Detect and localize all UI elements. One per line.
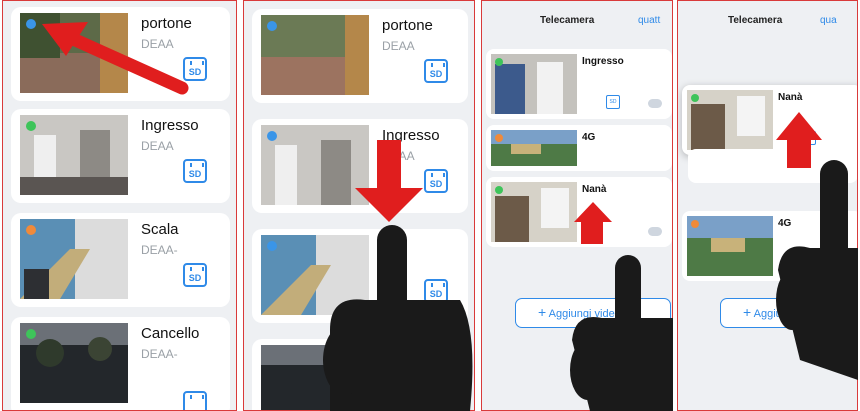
plus-icon: +: [538, 304, 547, 320]
add-camera-label: Aggiungi videoc: [548, 308, 627, 320]
camera-card-cancello[interactable]: Cancello DEAA-: [11, 317, 230, 410]
page-title: Telecamera: [540, 15, 595, 26]
status-dot: [267, 21, 277, 31]
options-toggle[interactable]: [648, 227, 662, 236]
camera-card-portone[interactable]: portone DEAA SD: [252, 9, 468, 103]
status-dot: [26, 121, 36, 131]
camera-card-4g[interactable]: 4G: [486, 125, 672, 171]
camera-name: Ingresso: [582, 56, 624, 67]
camera-thumbnail[interactable]: [20, 115, 128, 195]
camera-card-nana[interactable]: Nanà SD: [682, 85, 857, 155]
plus-icon: +: [743, 304, 752, 320]
sd-card-icon[interactable]: SD: [424, 169, 448, 193]
camera-thumbnail[interactable]: [491, 182, 577, 242]
screenshot-panel-2: portone DEAA SD Ingresso DEAA SD la SD C…: [243, 0, 475, 411]
status-dot: [267, 241, 277, 251]
camera-name: Cancello: [141, 325, 200, 342]
status-dot: [495, 186, 503, 194]
camera-subtitle: DEAA-: [141, 347, 178, 361]
camera-thumbnail[interactable]: [261, 125, 369, 205]
header-link[interactable]: qua: [820, 15, 837, 26]
camera-card-portone[interactable]: portone DEAA SD: [11, 7, 230, 101]
status-dot: [26, 329, 36, 339]
camera-thumbnail[interactable]: [20, 219, 128, 299]
camera-thumbnail[interactable]: [491, 54, 577, 114]
header-link[interactable]: quatt: [638, 15, 660, 26]
status-dot: [691, 220, 699, 228]
camera-thumbnail[interactable]: [261, 345, 369, 410]
camera-name: la: [382, 237, 394, 254]
camera-card-scala[interactable]: la SD: [252, 229, 468, 323]
screenshot-panel-3: Telecamera quatt Ingresso SD 4G Nanà + A…: [481, 0, 673, 411]
camera-card-cancello[interactable]: Ca: [252, 339, 468, 410]
camera-name: 4G: [582, 132, 596, 143]
camera-subtitle: DEAA: [382, 39, 415, 53]
camera-name: 4G: [778, 218, 792, 229]
camera-thumbnail[interactable]: [491, 130, 577, 166]
add-camera-button[interactable]: + Aggiungi videoc: [515, 298, 671, 328]
camera-subtitle: DEAA-: [141, 243, 178, 257]
camera-subtitle: DEAA: [141, 139, 174, 153]
camera-card-nana[interactable]: Nanà: [486, 177, 672, 247]
status-dot: [495, 134, 503, 142]
camera-thumbnail[interactable]: [20, 13, 128, 93]
camera-card-ingresso[interactable]: Ingresso SD: [486, 49, 672, 119]
status-dot: [26, 19, 36, 29]
camera-card-ghost: [688, 149, 857, 183]
camera-card-ingresso[interactable]: Ingresso DEAA SD: [252, 119, 468, 213]
sd-card-icon[interactable]: SD: [183, 57, 207, 81]
add-camera-button[interactable]: + Aggiungi v: [720, 298, 857, 328]
options-toggle[interactable]: [648, 99, 662, 108]
camera-card-ingresso[interactable]: Ingresso DEAA SD: [11, 109, 230, 203]
screenshot-panel-4: Telecamera qua Nanà SD 4G + Aggiungi v: [677, 0, 858, 411]
sd-card-icon[interactable]: SD: [424, 59, 448, 83]
status-dot: [267, 131, 277, 141]
camera-name: Scala: [141, 221, 179, 238]
status-dot: [26, 225, 36, 235]
camera-name: Ingresso: [382, 127, 440, 144]
camera-name: Nanà: [778, 92, 803, 103]
status-dot: [495, 58, 503, 66]
screenshot-panel-1: portone DEAA SD Ingresso DEAA SD Scala D…: [2, 0, 237, 411]
camera-thumbnail[interactable]: [261, 235, 369, 315]
camera-card-4g[interactable]: 4G: [682, 211, 857, 281]
camera-name: Ingresso: [141, 117, 199, 134]
camera-name: portone: [141, 15, 192, 32]
sd-card-icon[interactable]: [183, 391, 207, 410]
sd-card-icon[interactable]: SD: [606, 95, 620, 109]
camera-name: Nanà: [582, 184, 607, 195]
status-dot: [691, 94, 699, 102]
camera-name: portone: [382, 17, 433, 34]
camera-thumbnail[interactable]: [261, 15, 369, 95]
camera-thumbnail[interactable]: [20, 323, 128, 403]
camera-name: Ca: [382, 347, 402, 364]
sd-card-icon[interactable]: SD: [802, 131, 816, 145]
camera-thumbnail[interactable]: [687, 216, 773, 276]
camera-thumbnail[interactable]: [687, 90, 773, 150]
add-camera-label: Aggiungi v: [753, 308, 806, 320]
sd-card-icon[interactable]: SD: [424, 279, 448, 303]
sd-card-icon[interactable]: SD: [183, 159, 207, 183]
camera-subtitle: DEAA: [382, 149, 415, 163]
page-title: Telecamera: [728, 15, 783, 26]
sd-card-icon[interactable]: SD: [183, 263, 207, 287]
camera-card-scala[interactable]: Scala DEAA- SD: [11, 213, 230, 307]
camera-subtitle: DEAA: [141, 37, 174, 51]
